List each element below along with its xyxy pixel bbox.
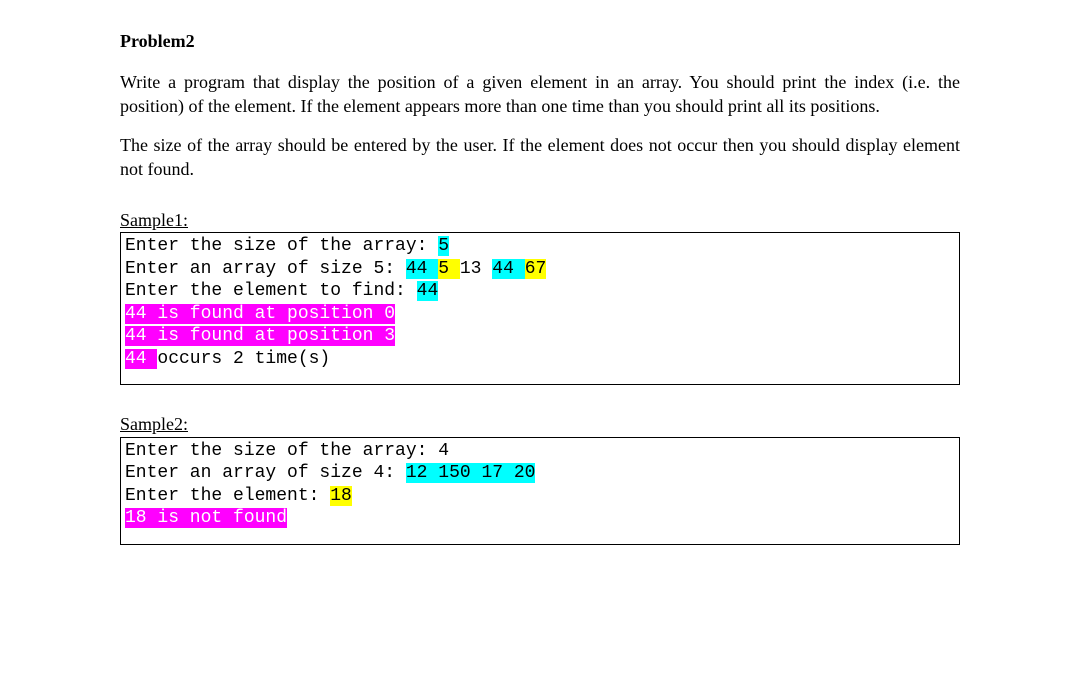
sample2-line3-value: 18: [330, 486, 352, 506]
sample2-line2: Enter an array of size 4: 12 150 17 20: [125, 462, 955, 485]
sample2-line3: Enter the element: 18: [125, 485, 955, 508]
sample2-line4-text: 18 is not found: [125, 508, 287, 528]
sample1-line3: Enter the element to find: 44: [125, 280, 955, 303]
sample1-line4: 44 is found at position 0: [125, 303, 955, 326]
sample2-line2-value: 12 150 17 20: [406, 463, 536, 483]
sample2-line2-prompt: Enter an array of size 4:: [125, 463, 406, 483]
sample1-line3-value: 44: [417, 281, 439, 301]
sample1-line6: 44 occurs 2 time(s): [125, 348, 955, 371]
sample1-line2-v5: 67: [525, 259, 547, 279]
sample2-line3-prompt: Enter the element:: [125, 486, 330, 506]
sample1-line4-text: 44 is found at position 0: [125, 304, 395, 324]
sample1-line2-v2: 5: [438, 259, 460, 279]
sample2-label: Sample2:: [120, 413, 960, 436]
sample2-line1: Enter the size of the array: 4: [125, 440, 955, 463]
sample1-line3-prompt: Enter the element to find:: [125, 281, 417, 301]
sample1-box: Enter the size of the array: 5 Enter an …: [120, 232, 960, 385]
sample2-line1-prompt: Enter the size of the array:: [125, 441, 438, 461]
sample1-line2: Enter an array of size 5: 44 5 13 44 67: [125, 258, 955, 281]
sample1-line5: 44 is found at position 3: [125, 325, 955, 348]
sample1-line6-a: 44: [125, 349, 157, 369]
problem-description-1: Write a program that display the positio…: [120, 71, 960, 118]
sample1-label: Sample1:: [120, 209, 960, 232]
problem-heading: Problem2: [120, 30, 960, 53]
sample1-line1-prompt: Enter the size of the array:: [125, 236, 438, 256]
sample2-line4: 18 is not found: [125, 507, 955, 530]
sample2-box: Enter the size of the array: 4 Enter an …: [120, 437, 960, 545]
sample1-line5-text: 44 is found at position 3: [125, 326, 395, 346]
sample1-line2-prompt: Enter an array of size 5:: [125, 259, 406, 279]
sample1-line2-v3: 13: [460, 259, 492, 279]
sample1-line1: Enter the size of the array: 5: [125, 235, 955, 258]
sample1-line6-b: occurs 2 time(s): [157, 349, 330, 369]
sample1-line1-value: 5: [438, 236, 449, 256]
problem-description-2: The size of the array should be entered …: [120, 134, 960, 181]
sample2-line1-value: 4: [438, 441, 449, 461]
sample1-line2-v4: 44: [492, 259, 524, 279]
sample1-line2-v1: 44: [406, 259, 438, 279]
